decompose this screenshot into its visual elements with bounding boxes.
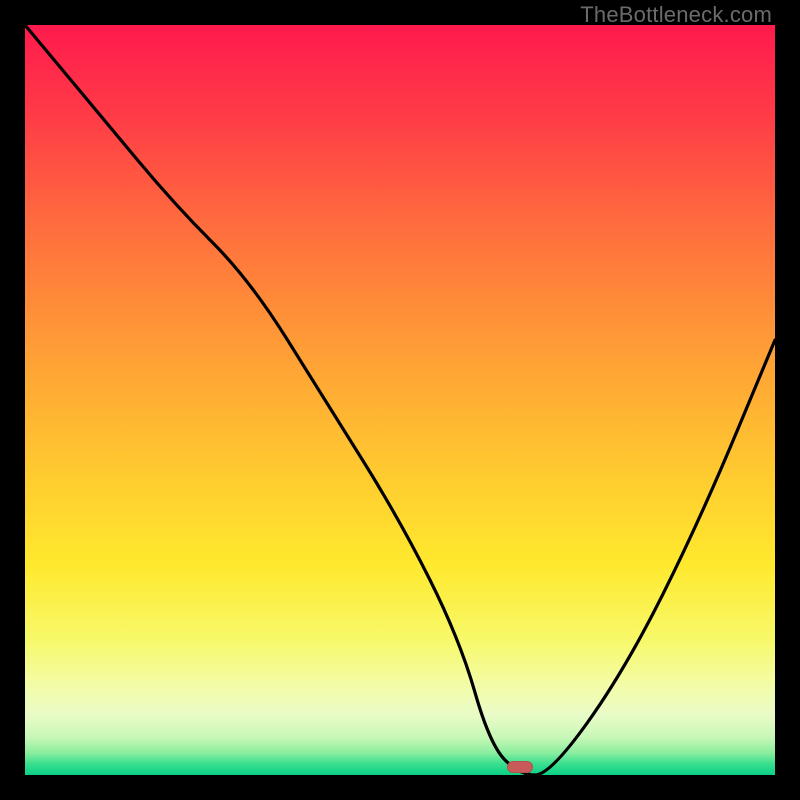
chart-frame: TheBottleneck.com [0,0,800,800]
bottleneck-curve [25,25,775,775]
plot-area [25,25,775,775]
minimum-marker [507,761,533,773]
